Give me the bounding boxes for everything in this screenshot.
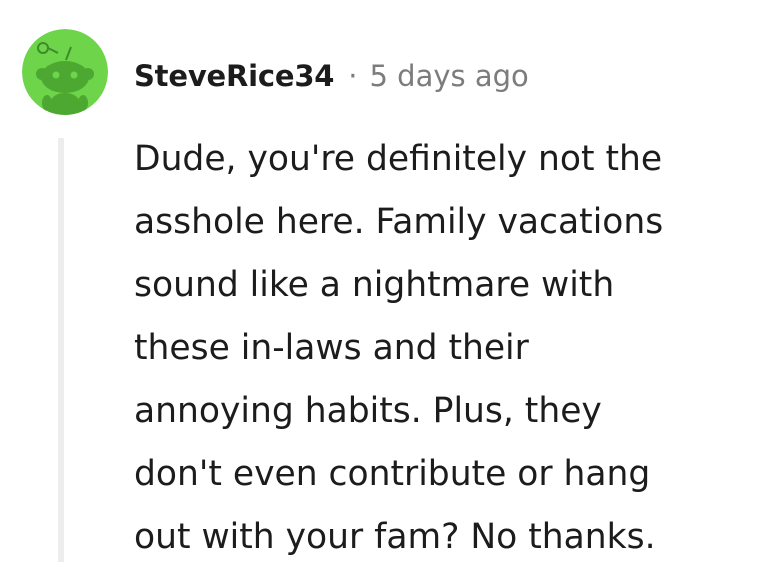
comment-body-line: these in-laws and their: [134, 328, 529, 368]
comment-body-line: out with your fam? No thanks.: [134, 517, 656, 557]
comment-body-line: don't even contribute or hang: [134, 454, 651, 494]
thread-collapse-line[interactable]: [58, 138, 64, 562]
meta-separator: ·: [348, 59, 358, 93]
avatar[interactable]: [22, 29, 108, 115]
comment-body-line: annoying habits. Plus, they: [134, 391, 602, 431]
comment-body: Dude, you're definitely not the asshole …: [134, 128, 774, 569]
comment-body-line: Dude, you're definitely not the: [134, 139, 663, 179]
comment-meta: SteveRice34 · 5 days ago: [134, 54, 529, 98]
author-username[interactable]: SteveRice34: [134, 59, 334, 93]
comment-timestamp[interactable]: 5 days ago: [370, 59, 529, 93]
reddit-snoo-avatar-icon: [22, 29, 108, 115]
comment-body-line: asshole here. Family vacations: [134, 202, 664, 242]
comment: SteveRice34 · 5 days ago Dude, you're de…: [0, 0, 781, 562]
comment-body-line: sound like a nightmare with: [134, 265, 615, 305]
